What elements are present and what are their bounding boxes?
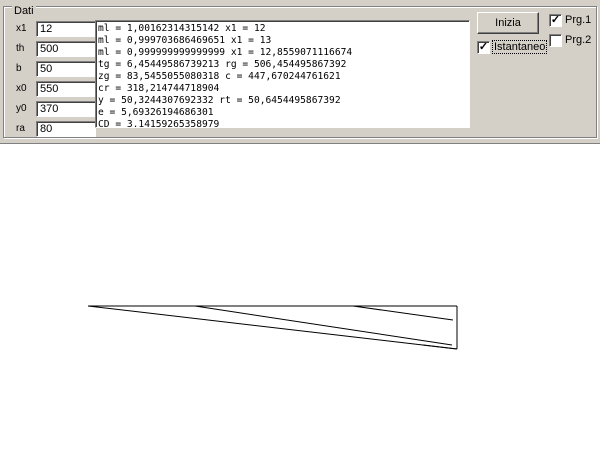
output-line: e = 5,69326194686301 (98, 107, 214, 118)
checkmark-icon: ✓ (478, 41, 489, 53)
x1-input[interactable]: 12 (36, 21, 96, 37)
param-label: th (16, 43, 25, 54)
arrow-tip (422, 344, 458, 350)
output-line: ml = 0,999999999999999 x1 = 12,855907111… (98, 47, 353, 58)
groupbox-title: Dati (12, 5, 36, 17)
inner-line-1 (194, 305, 453, 346)
prg1-label[interactable]: Prg.1 (565, 14, 591, 27)
output-line: y = 50,3244307692332 rt = 50,64544958673… (98, 95, 341, 106)
b-input[interactable]: 50 (36, 61, 96, 77)
prg2-label[interactable]: Prg.2 (565, 34, 591, 47)
output-line: cr = 318,214744718904 (98, 83, 220, 94)
output-line: ml = 1,00162314315142 x1 = 12 (98, 23, 266, 34)
output-line: CD = 3,14159265358979 (98, 119, 220, 128)
istantaneo-label[interactable]: Istantaneo (491, 40, 548, 54)
prg2-checkbox[interactable] (549, 34, 562, 47)
output-line: tg = 6,45449586739213 rg = 506,454495867… (98, 59, 347, 70)
param-label: x1 (16, 23, 27, 34)
control-panel: Dati x1 12 th 500 b 50 x0 550 y0 370 ra … (0, 0, 600, 144)
output-line: zg = 83,5455055080318 c = 447,6702447616… (98, 71, 341, 82)
param-label: x0 (16, 83, 27, 94)
drawing-canvas (87, 305, 458, 350)
prg1-checkbox[interactable]: ✓ (549, 14, 562, 27)
x0-input[interactable]: 550 (36, 81, 96, 97)
inner-line-2 (352, 305, 454, 321)
checkmark-icon: ✓ (550, 14, 561, 26)
istantaneo-checkbox[interactable]: ✓ (477, 41, 490, 54)
output-line: ml = 0,999703686469651 x1 = 13 (98, 35, 272, 46)
wedge-drawing (87, 305, 458, 350)
results-textbox[interactable]: ml = 1,00162314315142 x1 = 12 ml = 0,999… (95, 20, 470, 128)
param-label: b (16, 63, 22, 74)
ra-input[interactable]: 80 (36, 121, 96, 137)
y0-input[interactable]: 370 (36, 101, 96, 117)
th-input[interactable]: 500 (36, 41, 96, 57)
param-label: ra (16, 123, 25, 134)
inizia-button[interactable]: Inizia (477, 12, 539, 34)
param-label: y0 (16, 103, 27, 114)
